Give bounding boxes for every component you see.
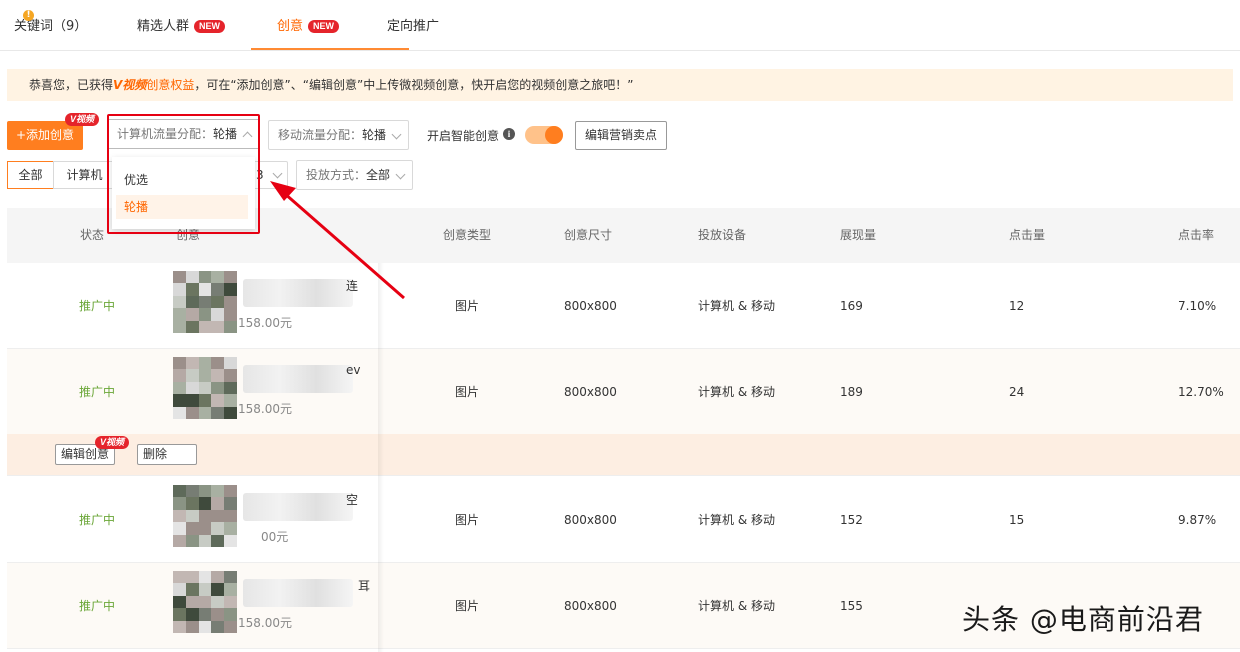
impressions: 189 xyxy=(840,385,863,399)
creative-price: 00元 xyxy=(261,530,289,544)
clicks: 24 xyxy=(1009,385,1025,399)
warning-icon: ! xyxy=(23,10,34,21)
row-actions: 编辑创意 V视频 删除 xyxy=(7,434,1240,476)
new-badge: NEW xyxy=(194,20,226,33)
mobile-traffic-select[interactable]: 移动流量分配：轮播 xyxy=(268,120,409,150)
creative-price: 158.00元 xyxy=(238,402,292,416)
creative-title-blurred xyxy=(243,279,353,307)
smart-creative-label: 开启智能创意 xyxy=(427,129,500,143)
tab-keywords[interactable]: 关键词（9） xyxy=(14,0,87,51)
v-video-logo: V视频 xyxy=(113,78,147,92)
status-text: 推广中 xyxy=(79,599,116,613)
watermark-text: 头条 @电商前沿君 xyxy=(962,603,1204,636)
creative-title-blurred xyxy=(243,365,353,393)
status-text: 推广中 xyxy=(79,299,116,313)
info-icon[interactable]: i xyxy=(503,128,515,140)
creative-size: 800x800 xyxy=(564,513,617,527)
edit-selling-points-button[interactable]: 编辑营销卖点 xyxy=(575,121,667,150)
creative-thumbnail[interactable] xyxy=(173,271,237,333)
notice-text: 恭喜您，已获得V视频创意权益，可在“添加创意”、“编辑创意”中上传微视频创意，快… xyxy=(29,78,634,92)
filter-all[interactable]: 全部 xyxy=(7,161,54,189)
creative-thumbnail[interactable] xyxy=(173,485,237,547)
delivery-device: 计算机 & 移动 xyxy=(698,299,775,313)
table-row: 推广中 ev 158.00元 图片 800x800 计算机 & 移动 189 2… xyxy=(7,349,1240,435)
v-video-badge: V视频 xyxy=(95,436,130,449)
filter-computer[interactable]: 计算机 xyxy=(53,161,115,189)
header-clicks[interactable]: 点击量 xyxy=(1009,208,1045,263)
creative-size: 800x800 xyxy=(564,299,617,313)
tab-targeted-promotion[interactable]: 定向推广 xyxy=(387,0,439,51)
chevron-down-icon xyxy=(272,168,283,179)
delivery-method-select[interactable]: 投放方式：全部 xyxy=(296,160,413,190)
creative-size: 800x800 xyxy=(564,599,617,613)
table-row: 推广中 空 00元 图片 800x800 计算机 & 移动 152 15 9.8… xyxy=(7,477,1240,563)
delete-button[interactable]: 删除 xyxy=(137,444,197,465)
status-text: 推广中 xyxy=(79,513,116,527)
delivery-device: 计算机 & 移动 xyxy=(698,513,775,527)
fixed-column-shadow xyxy=(378,263,384,652)
creative-price: 158.00元 xyxy=(238,616,292,630)
notice-banner: 恭喜您，已获得V视频创意权益，可在“添加创意”、“编辑创意”中上传微视频创意，快… xyxy=(7,69,1233,101)
header-device: 投放设备 xyxy=(698,228,747,242)
active-tab-underline xyxy=(251,48,409,50)
status-text: 推广中 xyxy=(79,385,116,399)
ctr: 9.87% xyxy=(1178,513,1217,527)
header-type: 创意类型 xyxy=(443,228,492,242)
impressions: 155 xyxy=(840,599,863,613)
creative-title: 耳 xyxy=(358,579,371,593)
notice-link[interactable]: 创意权益 xyxy=(146,78,194,92)
tab-bar: 关键词（9） 精选人群 NEW 创意 NEW 定向推广 xyxy=(0,0,1240,51)
chevron-down-icon xyxy=(395,169,406,180)
creative-title: 空 xyxy=(346,493,359,507)
creative-thumbnail[interactable] xyxy=(173,571,237,633)
tab-creative[interactable]: 创意 NEW xyxy=(277,0,340,51)
new-badge: NEW xyxy=(308,20,340,33)
delivery-device: 计算机 & 移动 xyxy=(698,599,775,613)
smart-creative-toggle[interactable] xyxy=(525,126,563,144)
creative-title: 连 xyxy=(346,279,359,293)
creative-type: 图片 xyxy=(455,299,480,313)
creative-title-blurred xyxy=(243,579,353,607)
header-status: 状态 xyxy=(80,228,105,242)
clicks: 15 xyxy=(1009,513,1025,527)
creative-size: 800x800 xyxy=(564,385,617,399)
v-video-badge: V视频 xyxy=(65,113,100,126)
creative-price: 158.00元 xyxy=(238,316,292,330)
impressions: 169 xyxy=(840,299,863,313)
impressions: 152 xyxy=(840,513,863,527)
table-row: 推广中 连 158.00元 图片 800x800 计算机 & 移动 169 12… xyxy=(7,263,1240,349)
creative-type: 图片 xyxy=(455,599,480,613)
chevron-down-icon xyxy=(391,129,402,140)
creative-thumbnail[interactable] xyxy=(173,357,237,419)
header-size: 创意尺寸 xyxy=(564,228,613,242)
creative-type: 图片 xyxy=(455,385,480,399)
clicks: 12 xyxy=(1009,299,1025,313)
annotation-highlight-box xyxy=(107,114,260,234)
header-impressions[interactable]: 展现量 xyxy=(840,208,876,263)
header-ctr[interactable]: 点击率 xyxy=(1178,208,1214,263)
toggle-knob xyxy=(545,126,563,144)
creative-title: ev xyxy=(346,363,361,377)
delivery-device: 计算机 & 移动 xyxy=(698,385,775,399)
creative-type: 图片 xyxy=(455,513,480,527)
creative-title-blurred xyxy=(243,493,353,521)
ctr: 7.10% xyxy=(1178,299,1217,313)
ctr: 12.70% xyxy=(1178,385,1224,399)
tab-selected-audience[interactable]: 精选人群 NEW xyxy=(137,0,226,51)
